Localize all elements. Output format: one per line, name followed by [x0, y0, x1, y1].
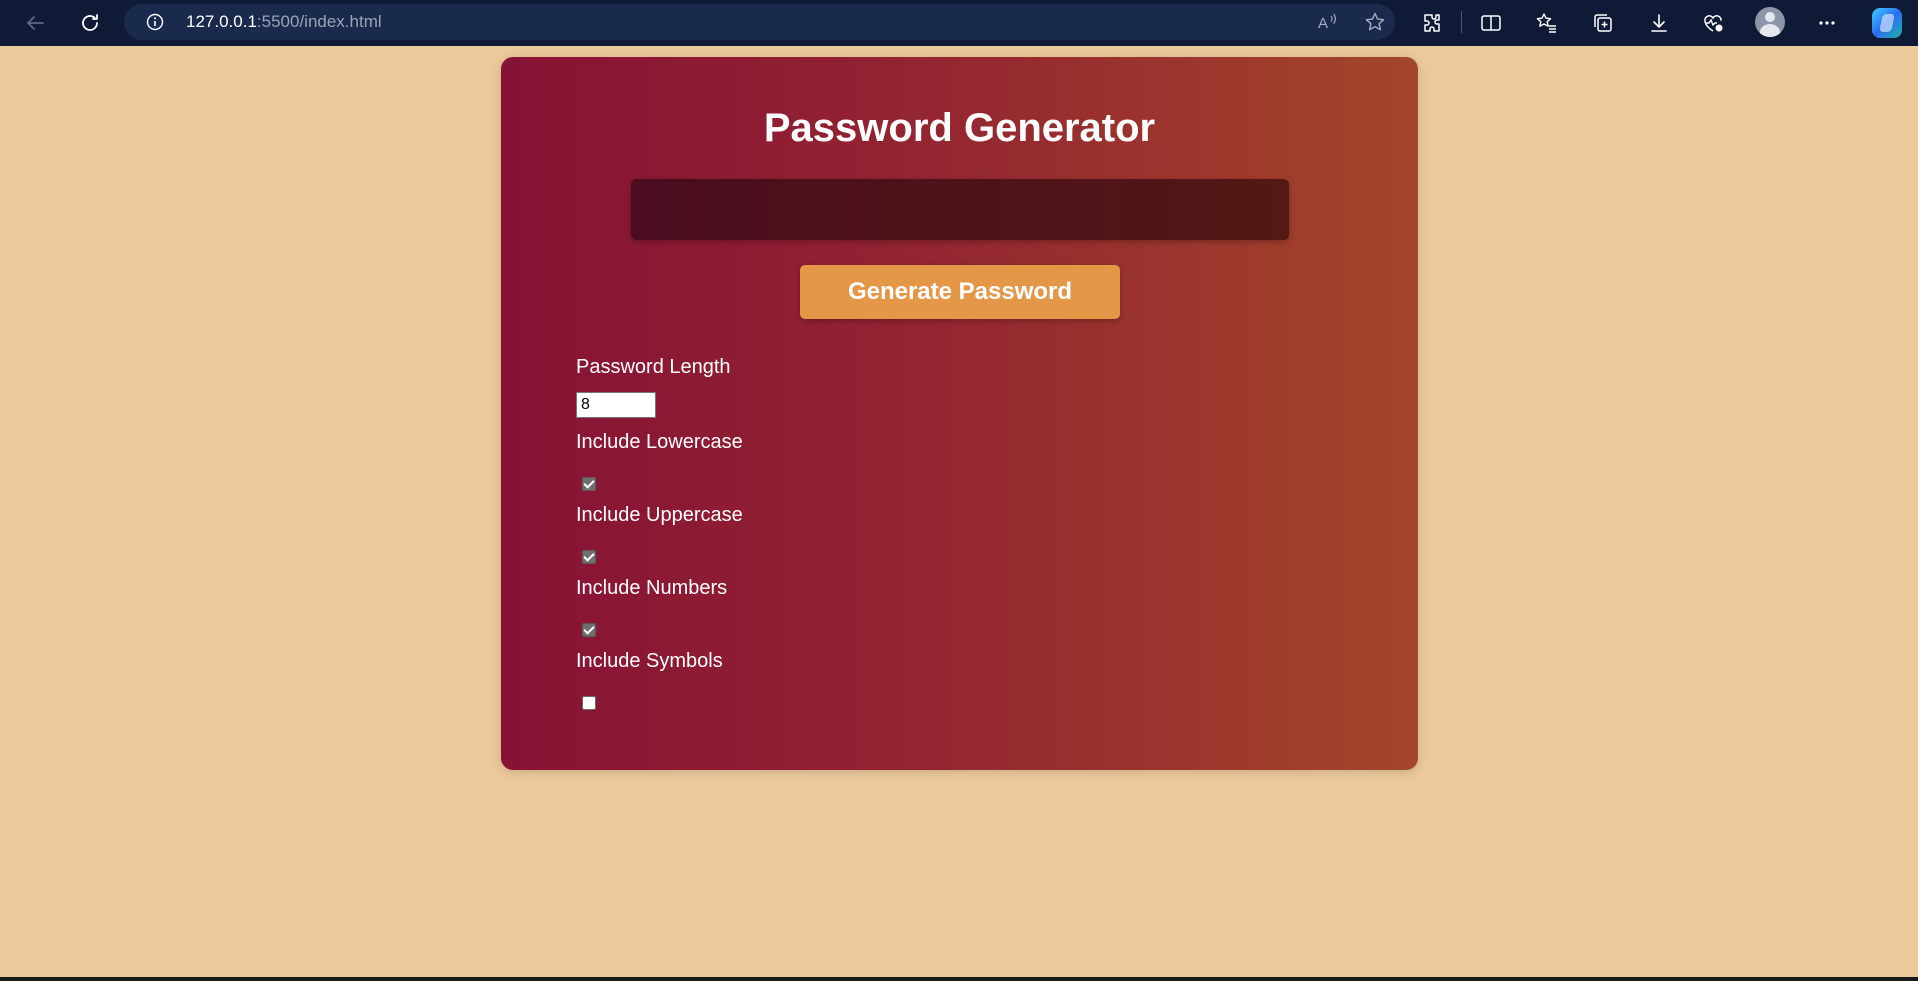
- svg-text:A: A: [1318, 15, 1328, 32]
- performance-icon[interactable]: [1701, 11, 1725, 35]
- browser-toolbar: 127.0.0.1:5500/index.html A: [0, 0, 1918, 46]
- page-title: Password Generator: [763, 106, 1156, 150]
- profile-avatar[interactable]: [1755, 7, 1785, 37]
- generate-password-button[interactable]: Generate Password: [800, 265, 1120, 319]
- password-output[interactable]: [631, 179, 1289, 240]
- refresh-icon[interactable]: [78, 11, 102, 35]
- back-icon[interactable]: [23, 11, 47, 35]
- url-path: :5500/index.html: [256, 12, 382, 31]
- password-length-label: Password Length: [576, 356, 731, 378]
- url-host: 127.0.0.1: [186, 12, 257, 31]
- collections-icon[interactable]: [1591, 11, 1615, 35]
- read-aloud-icon[interactable]: A: [1316, 11, 1338, 33]
- include-symbols-checkbox[interactable]: [582, 696, 596, 710]
- include-numbers-label: Include Numbers: [576, 577, 728, 599]
- include-uppercase-label: Include Uppercase: [576, 504, 743, 526]
- address-bar[interactable]: 127.0.0.1:5500/index.html A: [124, 4, 1395, 40]
- include-numbers-checkbox[interactable]: [582, 623, 596, 637]
- extensions-icon[interactable]: [1420, 11, 1444, 35]
- include-lowercase-checkbox[interactable]: [582, 477, 596, 491]
- url-text[interactable]: 127.0.0.1:5500/index.html: [186, 13, 382, 31]
- info-icon[interactable]: [146, 13, 164, 31]
- window-bottom-edge: [0, 977, 1918, 981]
- favorite-star-icon[interactable]: [1364, 11, 1386, 33]
- password-length-input[interactable]: [576, 392, 656, 418]
- split-screen-icon[interactable]: [1479, 11, 1503, 35]
- include-uppercase-checkbox[interactable]: [582, 550, 596, 564]
- favorites-icon[interactable]: [1535, 11, 1559, 35]
- download-icon[interactable]: [1647, 11, 1671, 35]
- generator-card: Password Generator Generate Password Pas…: [501, 57, 1418, 770]
- toolbar-divider: [1461, 11, 1462, 33]
- include-lowercase-label: Include Lowercase: [576, 431, 743, 453]
- more-icon[interactable]: [1815, 11, 1839, 35]
- include-symbols-label: Include Symbols: [576, 650, 723, 672]
- copilot-icon[interactable]: [1872, 8, 1902, 38]
